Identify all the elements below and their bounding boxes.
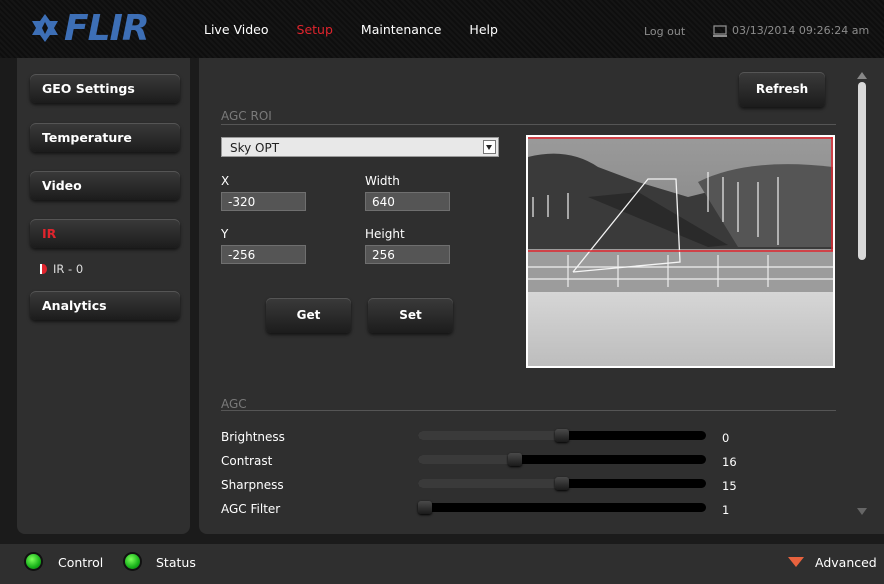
advanced-chevron-icon[interactable] [787,556,805,568]
scroll-up-arrow-icon[interactable] [857,72,867,79]
brightness-value: 0 [722,431,730,445]
status-label[interactable]: Status [156,555,196,570]
brightness-label: Brightness [221,430,285,444]
thermal-preview[interactable] [526,135,835,368]
scroll-down-arrow-icon[interactable] [857,508,867,515]
brightness-slider-fill [418,431,562,440]
flir-logo: FLIR [30,7,150,49]
status-bar: Control Status Advanced [0,544,884,584]
contrast-label: Contrast [221,454,273,468]
agc-roi-title: AGC ROI [221,109,272,123]
contrast-slider-fill [418,455,514,464]
nav-live-video[interactable]: Live Video [204,22,269,37]
width-label: Width [365,174,400,188]
agc-filter-slider-knob[interactable] [418,501,432,514]
refresh-button[interactable]: Refresh [739,72,825,107]
flir-logo-icon [32,14,58,42]
width-field[interactable]: 640 [365,192,450,211]
divider [221,124,836,125]
height-label: Height [365,227,405,241]
sharpness-label: Sharpness [221,478,284,492]
control-led-icon [26,554,41,569]
datetime-text: 03/13/2014 09:26:24 am [732,24,870,37]
vertical-scrollbar[interactable] [857,72,867,517]
nav-help[interactable]: Help [469,22,498,37]
sharpness-slider-knob[interactable] [555,477,569,490]
nav-maintenance[interactable]: Maintenance [361,22,442,37]
roi-preset-select[interactable]: Sky OPT [221,137,499,157]
advanced-toggle[interactable]: Advanced [815,555,877,570]
contrast-slider-knob[interactable] [508,453,523,466]
y-field[interactable]: -256 [221,245,306,264]
agc-filter-value: 1 [722,503,730,517]
control-label[interactable]: Control [58,555,103,570]
sidebar: GEO Settings Temperature Video IR IR - 0… [17,58,190,534]
sidebar-item-analytics[interactable]: Analytics [30,291,180,320]
logout-link[interactable]: Log out [644,25,685,38]
logo-text: FLIR [64,7,150,49]
height-field[interactable]: 256 [365,245,450,264]
main-nav: Live Video Setup Maintenance Help [204,22,526,37]
agc-filter-label: AGC Filter [221,502,281,516]
datetime-display: 03/13/2014 09:26:24 am [713,24,869,37]
brightness-slider-knob[interactable] [555,429,569,442]
status-led-icon [125,554,140,569]
x-field[interactable]: -320 [221,192,306,211]
contrast-slider[interactable] [418,455,706,464]
sidebar-item-video[interactable]: Video [30,171,180,200]
y-label: Y [221,227,229,241]
sidebar-subitem-ir-0[interactable]: IR - 0 [39,262,83,276]
agc-title: AGC [221,397,247,411]
set-button[interactable]: Set [368,298,453,333]
divider [221,410,836,411]
chevron-down-icon [483,140,496,154]
camera-marker-icon [40,264,47,274]
get-button[interactable]: Get [266,298,351,333]
sharpness-slider-fill [418,479,562,488]
top-bar: FLIR Live Video Setup Maintenance Help L… [0,0,884,58]
sidebar-item-ir[interactable]: IR [30,219,180,248]
sidebar-item-geo-settings[interactable]: GEO Settings [30,74,180,103]
scroll-thumb[interactable] [858,82,866,260]
computer-icon [713,24,727,37]
sidebar-item-temperature[interactable]: Temperature [30,123,180,152]
x-label: X [221,174,230,188]
agc-filter-slider[interactable] [418,503,706,512]
sharpness-value: 15 [722,479,737,493]
roi-preset-value: Sky OPT [230,141,280,155]
subitem-label: IR - 0 [53,262,84,276]
main-panel: Refresh AGC ROI Sky OPT X -320 Width 640… [199,58,884,534]
contrast-value: 16 [722,455,737,469]
thermal-image [528,137,833,366]
nav-setup[interactable]: Setup [297,22,333,37]
